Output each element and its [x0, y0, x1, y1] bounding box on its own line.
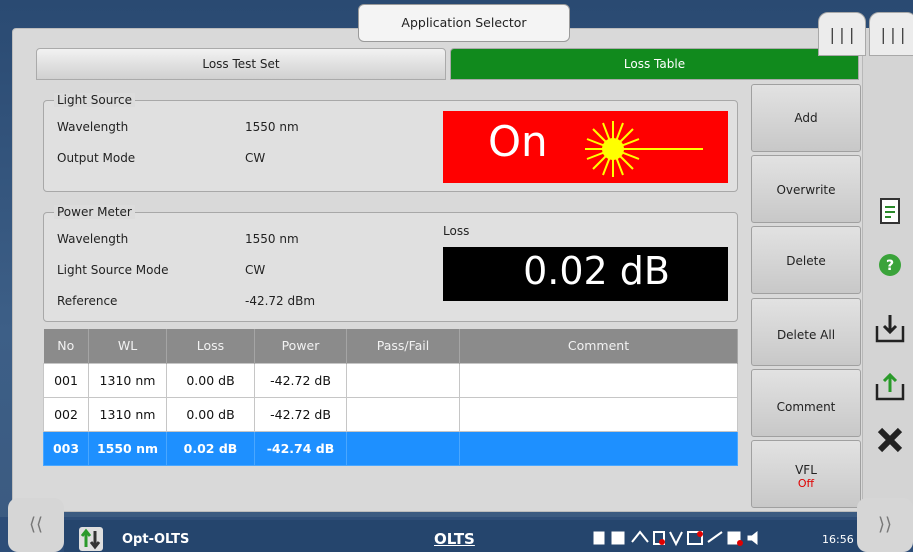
cell-power: -42.74 dB: [254, 430, 347, 466]
col-wl[interactable]: WL: [88, 329, 167, 363]
status-icons: [593, 530, 758, 547]
col-pass-fail[interactable]: Pass/Fail: [346, 329, 460, 363]
clock: 16:56: [822, 533, 854, 546]
cell-comment: [459, 430, 738, 466]
tab-loss-table[interactable]: Loss Table: [450, 48, 859, 80]
app-name: Opt-OLTS: [122, 532, 190, 547]
ls-mode-label: Light Source Mode: [57, 263, 169, 277]
tab-loss-test-set[interactable]: Loss Test Set: [36, 48, 446, 80]
cell-loss: 0.02 dB: [166, 430, 255, 466]
load-icon[interactable]: [874, 370, 906, 404]
ls-wavelength-value: 1550 nm: [245, 120, 299, 134]
loss-table: No WL Loss Power Pass/Fail Comment 001 1…: [43, 329, 738, 466]
loss-display: 0.02 dB: [443, 247, 728, 301]
vfl-button-label: VFL: [795, 463, 817, 477]
overwrite-button[interactable]: Overwrite: [751, 155, 861, 223]
ls-mode-value: CW: [245, 263, 266, 277]
loss-value: 0.02 dB: [523, 249, 670, 293]
delete-button[interactable]: Delete: [751, 226, 861, 294]
col-no[interactable]: No: [43, 329, 89, 363]
col-comment[interactable]: Comment: [459, 329, 738, 363]
add-button[interactable]: Add: [751, 84, 861, 152]
cell-comment: [459, 396, 738, 432]
pm-wavelength-label: Wavelength: [57, 232, 129, 246]
delete-all-button-label: Delete All: [776, 328, 836, 342]
output-mode-label: Output Mode: [57, 151, 136, 165]
comment-button-label: Comment: [776, 400, 836, 414]
delete-all-button[interactable]: Delete All: [751, 298, 861, 366]
power-meter-legend: Power Meter: [54, 205, 135, 219]
cell-no: 002: [43, 396, 89, 432]
svg-text:?: ?: [886, 258, 894, 274]
col-power[interactable]: Power: [254, 329, 347, 363]
vfl-state-label: Off: [797, 477, 815, 490]
output-mode-value: CW: [245, 151, 266, 165]
reference-value: -42.72 dBm: [245, 294, 316, 308]
sort-icon[interactable]: [79, 527, 103, 551]
delete-button-label: Delete: [786, 254, 826, 268]
reference-label: Reference: [57, 294, 118, 308]
cell-wl: 1310 nm: [88, 396, 167, 432]
cell-comment: [459, 362, 738, 398]
laser-icon: [585, 121, 703, 177]
table-row-selected[interactable]: 003 1550 nm 0.02 dB -42.74 dB: [43, 430, 738, 466]
loss-label: Loss: [443, 224, 470, 238]
table-row[interactable]: 001 1310 nm 0.00 dB -42.72 dB: [43, 362, 738, 398]
cell-pass-fail: [346, 362, 460, 398]
report-icon[interactable]: [874, 196, 906, 230]
cell-wl: 1550 nm: [88, 430, 167, 466]
application-selector-tab[interactable]: Application Selector: [358, 4, 570, 42]
cell-wl: 1310 nm: [88, 362, 167, 398]
light-source-status[interactable]: On: [443, 111, 728, 183]
vfl-button[interactable]: VFL Off: [751, 440, 861, 508]
cell-power: -42.72 dB: [254, 396, 347, 432]
cell-pass-fail: [346, 396, 460, 432]
ls-wavelength-label: Wavelength: [57, 120, 129, 134]
pm-wavelength-value: 1550 nm: [245, 232, 299, 246]
cell-no: 003: [43, 430, 89, 466]
add-button-label: Add: [794, 111, 818, 125]
help-icon[interactable]: ?: [874, 250, 906, 284]
panel-handle-left[interactable]: |||: [818, 12, 866, 56]
light-source-status-text: On: [488, 117, 548, 166]
close-icon[interactable]: [874, 424, 906, 458]
panel-handle-right[interactable]: |||: [869, 12, 913, 56]
cell-power: -42.72 dB: [254, 362, 347, 398]
table-row[interactable]: 002 1310 nm 0.00 dB -42.72 dB: [43, 396, 738, 432]
overwrite-button-label: Overwrite: [776, 183, 836, 197]
light-source-legend: Light Source: [54, 93, 135, 107]
save-icon[interactable]: [874, 312, 906, 346]
col-loss[interactable]: Loss: [166, 329, 255, 363]
comment-button[interactable]: Comment: [751, 369, 861, 437]
chevron-left-icon[interactable]: ⟨⟨: [8, 498, 64, 552]
chevron-right-icon[interactable]: ⟩⟩: [857, 498, 913, 552]
cell-loss: 0.00 dB: [166, 362, 255, 398]
mode-label[interactable]: OLTS: [434, 530, 475, 548]
cell-no: 001: [43, 362, 89, 398]
cell-pass-fail: [346, 430, 460, 466]
cell-loss: 0.00 dB: [166, 396, 255, 432]
